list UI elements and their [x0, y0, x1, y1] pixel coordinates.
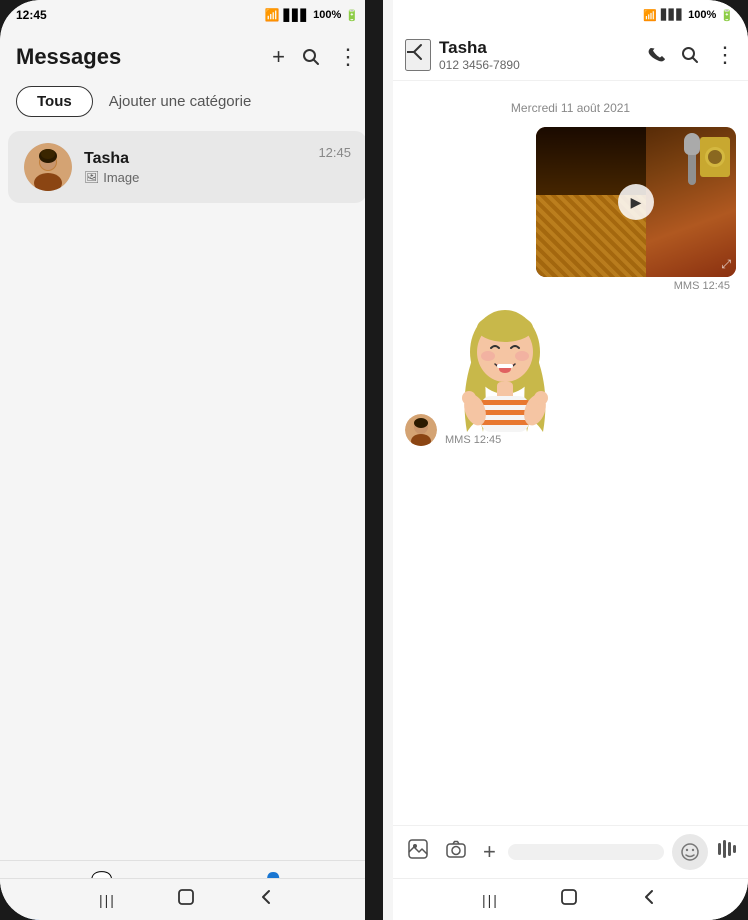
nav-menu-button[interactable]: ||| [482, 892, 499, 908]
chat-search-button[interactable] [680, 45, 700, 65]
gallery-button[interactable] [403, 834, 433, 870]
sticker-button[interactable] [672, 834, 708, 870]
message-input[interactable] [508, 844, 664, 860]
chat-header-info: Tasha 012 3456-7890 [439, 38, 646, 72]
outgoing-message-0: ▶ ⤢ MMS 12:45 [405, 127, 736, 296]
chat-input-area: + [393, 825, 748, 878]
status-bar-right-side: 📶 ▋▋▋ 100% 🔋 [393, 0, 748, 30]
compose-button[interactable]: + [272, 44, 285, 70]
chat-more-button[interactable]: ⋮ [714, 42, 736, 68]
chat-header: Tasha 012 3456-7890 ⋮ [393, 30, 748, 81]
status-time: 12:45 [16, 8, 47, 22]
header-icons: + ⋮ [272, 44, 359, 70]
right-signal-icon: ▋▋▋ [661, 10, 684, 21]
nav-back-button[interactable] [639, 887, 659, 912]
chat-header-icons: ⋮ [646, 42, 736, 68]
chat-messages: Mercredi 11 août 2021 [393, 81, 748, 825]
play-button[interactable]: ▶ [618, 184, 654, 220]
system-nav-right: ||| [393, 878, 748, 920]
tasha-conv-info: Tasha 🖼 Image [84, 150, 318, 185]
conversation-item-tasha[interactable]: Tasha 🖼 Image 12:45 [8, 131, 367, 203]
date-divider: Mercredi 11 août 2021 [405, 101, 736, 115]
tasha-time: 12:45 [318, 143, 351, 160]
back-button[interactable] [405, 39, 431, 71]
more-button[interactable]: ⋮ [337, 44, 359, 70]
attach-button[interactable]: + [479, 835, 500, 869]
incoming-message-0: MMS 12:45 [405, 302, 736, 446]
camera-button[interactable] [441, 834, 471, 870]
chat-contact-phone: 012 3456-7890 [439, 58, 646, 72]
search-button[interactable] [301, 47, 321, 67]
category-tous[interactable]: Tous [16, 86, 93, 117]
conversation-list: Tasha 🖼 Image 12:45 [0, 127, 375, 860]
right-battery-text: 100% [688, 9, 716, 21]
messages-title: Messages [16, 44, 121, 70]
expand-icon: ⤢ [721, 257, 731, 272]
right-panel: 📶 ▋▋▋ 100% 🔋 Tasha 012 3456-7890 [393, 0, 748, 920]
tasha-name: Tasha [84, 150, 318, 168]
voice-button[interactable] [716, 838, 738, 866]
left-nav-home-button[interactable] [176, 887, 196, 912]
incoming-msg-meta: MMS 12:45 [445, 434, 565, 446]
sticker-container: MMS 12:45 [445, 302, 565, 446]
tasha-avatar [24, 143, 72, 191]
video-thumbnail[interactable]: ▶ ⤢ [536, 127, 736, 277]
battery-label: 100% [313, 9, 341, 21]
system-nav-left: ||| [0, 878, 375, 920]
image-icon: 🖼 [84, 170, 99, 184]
battery-icon: 🔋 [345, 9, 359, 22]
left-nav-back-button[interactable] [256, 887, 276, 912]
wifi-icon: 📶 [265, 8, 280, 22]
left-nav-menu-button[interactable]: ||| [99, 892, 116, 908]
left-panel: 12:45 📶 ▋▋▋ 100% 🔋 Messages + [0, 0, 375, 920]
right-wifi-icon: 📶 [643, 9, 657, 22]
fold-hinge [365, 0, 383, 920]
categories-row: Tous Ajouter une catégorie [0, 80, 375, 123]
nav-home-button[interactable] [559, 887, 579, 912]
tasha-preview-text: Image [103, 170, 139, 185]
messages-header: Messages + ⋮ [0, 30, 375, 80]
outgoing-msg-meta: MMS 12:45 [536, 277, 736, 296]
call-button[interactable] [646, 45, 666, 65]
category-add[interactable]: Ajouter une catégorie [105, 87, 256, 116]
sticker-image [445, 302, 565, 432]
chat-contact-name: Tasha [439, 38, 646, 58]
signal-icon: ▋▋▋ [284, 9, 309, 22]
incoming-avatar [405, 414, 437, 446]
right-battery-icon: 🔋 [720, 9, 734, 22]
tasha-preview: 🖼 Image [84, 170, 318, 185]
status-right: 📶 ▋▋▋ 100% 🔋 [265, 8, 359, 22]
